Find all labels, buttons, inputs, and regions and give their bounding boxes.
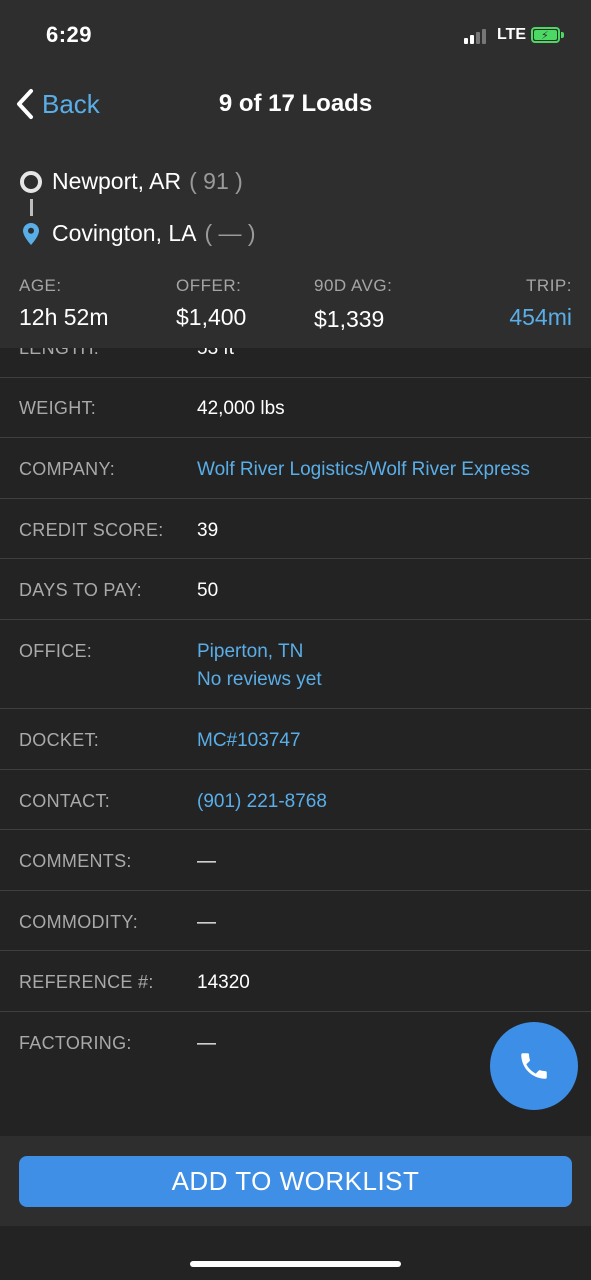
bottom-action-bar: ADD TO WORKLIST <box>0 1136 591 1226</box>
docket-label: DOCKET: <box>19 730 100 750</box>
detail-row-comments: COMMENTS: — <box>0 830 591 891</box>
office-link[interactable]: Piperton, TN <box>197 641 303 663</box>
network-type: LTE <box>497 26 527 43</box>
comments-label: COMMENTS: <box>19 851 132 871</box>
detail-row-weight: WEIGHT: 42,000 lbs <box>0 378 591 438</box>
load-stats: AGE: 12h 52m OFFER: $1,400 90D AVG: $1,3… <box>0 276 591 342</box>
load-detail-screen: 6:29 LTE ⚡ Back 9 of 17 Loads Newport, A… <box>0 0 591 1280</box>
stat-age-label: AGE: <box>19 276 62 295</box>
page-title: 9 of 17 Loads <box>218 90 373 117</box>
detail-row-office: OFFICE: Piperton, TN No reviews yet <box>0 620 591 709</box>
commodity-label: COMMODITY: <box>19 912 138 932</box>
phone-icon <box>521 1053 547 1079</box>
commodity-value: — <box>197 912 216 933</box>
destination-extra: ( — ) <box>204 220 256 246</box>
stat-offer-label: OFFER: <box>176 276 242 295</box>
stat-trip-label: TRIP: <box>526 276 572 295</box>
company-label: COMPANY: <box>19 459 116 479</box>
credit-score-value: 39 <box>197 520 219 541</box>
cellular-signal-icon <box>464 28 492 44</box>
call-button[interactable] <box>490 1022 578 1110</box>
status-bar: 6:29 LTE ⚡ <box>0 0 591 70</box>
origin-circle-icon <box>20 170 42 193</box>
weight-label: WEIGHT: <box>19 398 97 418</box>
contact-label: CONTACT: <box>19 791 111 811</box>
factoring-value: — <box>197 1033 216 1054</box>
length-value: 53 ft <box>197 348 234 359</box>
stat-age-value: 12h 52m <box>19 304 109 330</box>
contact-phone-link[interactable]: (901) 221-8768 <box>197 791 327 813</box>
home-indicator[interactable] <box>190 1261 401 1267</box>
load-header: Back 9 of 17 Loads Newport, AR ( 91 ) Co… <box>0 70 591 348</box>
route-connector <box>30 199 33 216</box>
detail-row-docket: DOCKET: MC#103747 <box>0 709 591 770</box>
origin-city: Newport, AR <box>52 168 182 194</box>
reference-label: REFERENCE #: <box>19 972 154 992</box>
detail-row-contact: CONTACT: (901) 221-8768 <box>0 770 591 830</box>
route-origin: Newport, AR ( 91 ) <box>20 168 243 195</box>
days-to-pay-label: DAYS TO PAY: <box>19 580 142 600</box>
company-link[interactable]: Wolf River Logistics/Wolf River Express <box>197 459 530 481</box>
battery-icon: ⚡ <box>531 27 560 43</box>
detail-row-credit-score: CREDIT SCORE: 39 <box>0 499 591 559</box>
factoring-label: FACTORING: <box>19 1033 132 1053</box>
route-destination: Covington, LA ( — ) <box>20 220 256 247</box>
weight-value: 42,000 lbs <box>197 398 285 419</box>
location-pin-icon <box>20 222 42 245</box>
detail-row-days-to-pay: DAYS TO PAY: 50 <box>0 559 591 620</box>
detail-row-commodity: COMMODITY: — <box>0 891 591 951</box>
status-time: 6:29 <box>46 22 93 47</box>
stat-offer: OFFER: $1,400 <box>176 276 246 331</box>
stat-avg-value: $1,339 <box>314 306 385 332</box>
office-reviews-link[interactable]: No reviews yet <box>197 669 322 691</box>
comments-value: — <box>197 851 216 872</box>
credit-score-label: CREDIT SCORE: <box>19 520 164 540</box>
stat-90d-avg: 90D AVG: $1,339 <box>314 276 392 333</box>
office-label: OFFICE: <box>19 641 93 661</box>
stat-trip-value[interactable]: 454mi <box>509 304 572 331</box>
battery-cap <box>561 32 564 38</box>
origin-extra: ( 91 ) <box>189 168 243 194</box>
destination-city: Covington, LA <box>52 220 197 246</box>
load-details-list[interactable]: LENGTH: 53 ft WEIGHT: 42,000 lbs COMPANY… <box>0 348 591 1136</box>
stat-avg-label: 90D AVG: <box>314 276 393 295</box>
home-indicator-area <box>0 1226 591 1280</box>
stat-trip[interactable]: TRIP: 454mi <box>509 276 572 331</box>
stat-offer-value: $1,400 <box>176 304 247 330</box>
detail-row-company: COMPANY: Wolf River Logistics/Wolf River… <box>0 438 591 499</box>
detail-row-reference: REFERENCE #: 14320 <box>0 951 591 1012</box>
stat-age: AGE: 12h 52m <box>19 276 109 331</box>
reference-value: 14320 <box>197 972 250 993</box>
docket-link[interactable]: MC#103747 <box>197 730 301 752</box>
length-label: LENGTH: <box>19 348 100 358</box>
days-to-pay-value: 50 <box>197 580 219 601</box>
add-to-worklist-button[interactable]: ADD TO WORKLIST <box>19 1156 572 1207</box>
detail-row-length: LENGTH: 53 ft <box>0 348 591 378</box>
